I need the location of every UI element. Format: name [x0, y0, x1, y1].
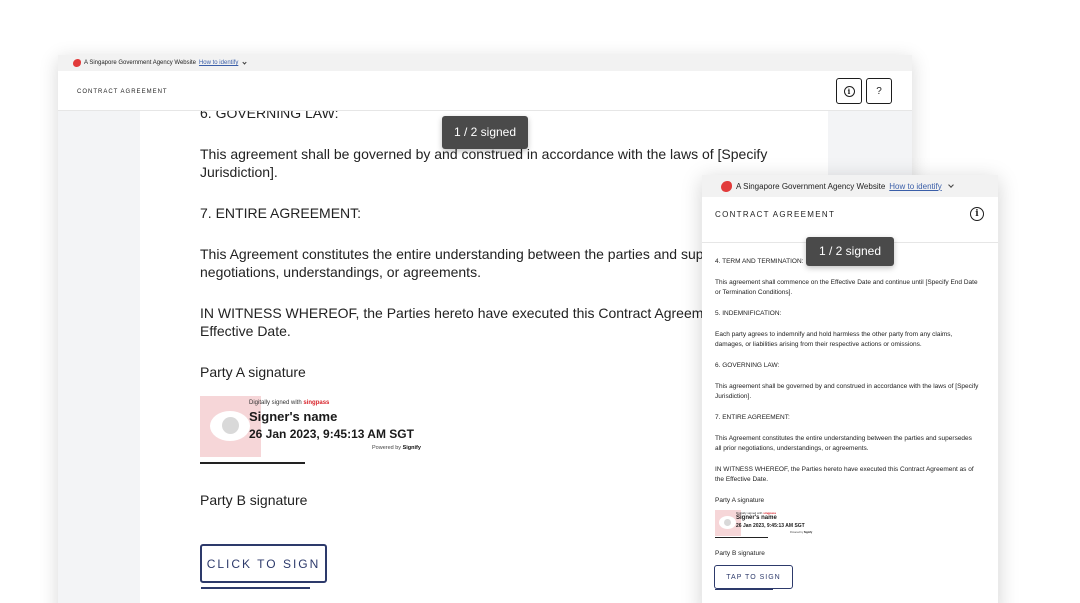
gov-banner-text: A Singapore Government Agency Website — [84, 60, 196, 66]
singapore-lion-icon — [73, 59, 81, 67]
section-heading: 5. INDEMNIFICATION: — [715, 310, 782, 317]
how-to-identify-link[interactable]: How to identify — [199, 60, 238, 66]
party-a-label: Party A signature — [715, 497, 765, 504]
gov-banner-text: A Singapore Government Agency Website — [736, 181, 886, 191]
signature-line — [715, 589, 773, 590]
page-title: CONTRACT AGREEMENT — [715, 210, 836, 219]
info-button[interactable]: i — [836, 78, 862, 104]
powered-by-label: Powered by — [372, 445, 402, 451]
lion-head-icon — [222, 417, 239, 434]
gov-banner: A Singapore Government Agency Website Ho… — [58, 55, 912, 71]
signature-line — [715, 537, 768, 538]
party-b-label: Party B signature — [715, 550, 765, 557]
info-icon[interactable]: i — [970, 207, 984, 221]
signer-name: Signer's name — [249, 409, 338, 424]
mobile-window: A Singapore Government Agency Website Ho… — [702, 175, 998, 603]
document-body: 4. TERM AND TERMINATION: This agreement … — [715, 257, 980, 506]
signify-logo: Signify — [803, 531, 813, 534]
signed-status-toast: 1 / 2 signed — [442, 116, 528, 149]
signature-line — [201, 587, 310, 589]
click-to-sign-button[interactable]: CLICK TO SIGN — [200, 544, 327, 583]
singpass-emblem-icon — [210, 411, 250, 441]
powered-by-label: Powered by — [790, 531, 804, 534]
section-body: This Agreement constitutes the entire un… — [715, 435, 972, 452]
app-header: CONTRACT AGREEMENT i ? — [58, 71, 912, 111]
left-gutter — [58, 111, 140, 603]
lion-head-icon — [724, 519, 731, 526]
witness-clause: IN WITNESS WHEREOF, the Parties hereto h… — [715, 466, 974, 483]
party-a-signature: Digitally signed with singpass Signer's … — [200, 396, 440, 466]
help-button[interactable]: ? — [866, 78, 892, 104]
section-heading: 6. GOVERNING LAW: — [715, 362, 780, 369]
signify-logo: Signify — [402, 445, 421, 451]
section-body: This agreement shall commence on the Eff… — [715, 279, 978, 296]
signer-name: Signer's name — [736, 515, 777, 521]
section-heading: 7. ENTIRE AGREEMENT: — [715, 414, 790, 421]
signed-timestamp: 26 Jan 2023, 9:45:13 AM SGT — [736, 523, 805, 529]
digitally-signed-label: Digitally signed with — [249, 400, 302, 406]
signed-timestamp: 26 Jan 2023, 9:45:13 AM SGT — [249, 427, 414, 441]
signature-line — [200, 462, 305, 464]
singapore-lion-icon — [721, 180, 732, 192]
party-b-label: Party B signature — [200, 492, 308, 508]
chevron-down-icon[interactable] — [947, 181, 954, 188]
powered-by: Powered by Signify — [790, 531, 812, 534]
singpass-logo: singpass — [303, 400, 330, 406]
signed-status-toast: 1 / 2 signed — [806, 237, 894, 266]
how-to-identify-link[interactable]: How to identify — [889, 182, 941, 191]
singpass-emblem-icon — [719, 516, 736, 529]
page-title: CONTRACT AGREEMENT — [77, 89, 168, 95]
section-body: This agreement shall be governed by and … — [715, 383, 979, 400]
digitally-signed-text: Digitally signed with singpass — [249, 400, 329, 406]
section-body: Each party agrees to indemnify and hold … — [715, 331, 953, 348]
powered-by: Powered by Signify — [372, 445, 421, 451]
party-a-signature: Digitally signed with singpass Signer's … — [715, 510, 825, 540]
tap-to-sign-button[interactable]: TAP TO SIGN — [714, 565, 793, 589]
gov-banner: A Singapore Government Agency Website Ho… — [702, 175, 998, 197]
chevron-down-icon[interactable] — [242, 59, 247, 65]
info-icon: i — [843, 85, 855, 97]
